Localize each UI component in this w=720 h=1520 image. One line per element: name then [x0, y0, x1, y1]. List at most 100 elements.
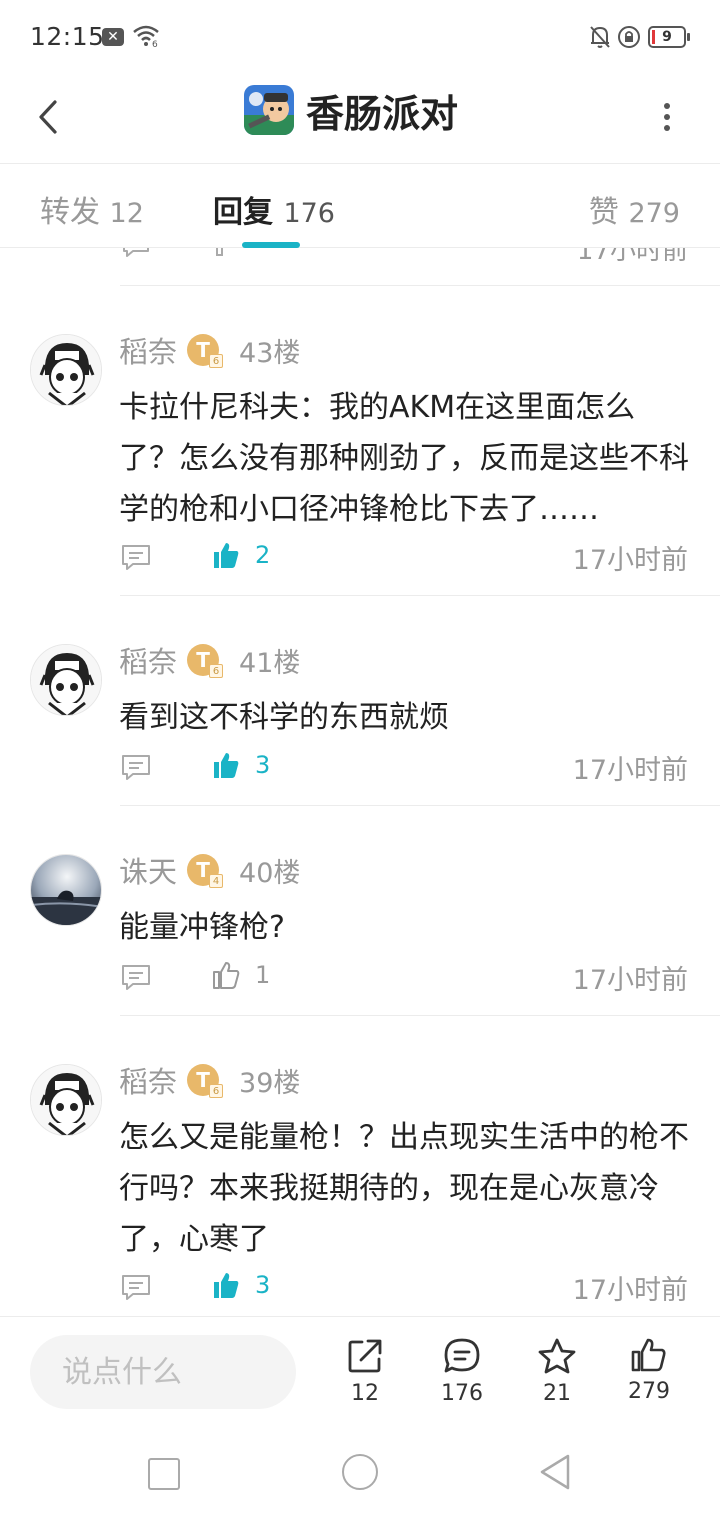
comment-time: 17小时前 — [572, 1275, 688, 1306]
comment-time: 17小时前 — [576, 248, 688, 266]
thumbs-up-icon[interactable] — [213, 248, 243, 258]
like-count: 1 — [255, 961, 271, 989]
reply-icon[interactable] — [121, 964, 151, 992]
like-count: 3 — [255, 1271, 271, 1299]
comment-time: 17小时前 — [572, 545, 688, 576]
username[interactable]: 稻奈 — [119, 329, 177, 371]
floor-number: 40楼 — [239, 857, 301, 889]
floor-number: 43楼 — [239, 337, 301, 369]
top-header: 香肠派对 — [0, 74, 720, 164]
comment-actions: 3 17小时前 — [0, 748, 720, 788]
avatar[interactable] — [30, 644, 102, 716]
like-button[interactable]: 3 — [211, 1270, 270, 1300]
tab-reply-count: 176 — [283, 198, 335, 229]
recent-apps-button[interactable] — [148, 1458, 180, 1490]
floor-number: 39楼 — [239, 1067, 301, 1099]
user-level: 6 — [209, 664, 224, 678]
comment-meta: 稻奈 T6 43楼 — [119, 330, 300, 370]
system-nav-bar — [0, 1428, 720, 1520]
comment-text: 卡拉什尼科夫：我的AKM在这里面怎么了？怎么没有那种刚劲了，反而是这些不科学的枪… — [119, 390, 689, 527]
comment-item[interactable]: 稻奈 T6 43楼 卡拉什尼科夫：我的AKM在这里面怎么了？怎么没有那种刚劲了，… — [0, 286, 720, 595]
comment-item[interactable]: 稻奈 T6 39楼 怎么又是能量枪！？出点现实生活中的枪不行吗？本来我挺期待的，… — [0, 1016, 720, 1316]
share-button[interactable]: 12 — [330, 1337, 400, 1417]
reply-icon[interactable] — [121, 1274, 151, 1302]
comment-actions: 2 17小时前 — [0, 538, 720, 578]
user-level: 6 — [209, 1084, 224, 1098]
user-level-badge: T6 — [187, 1064, 224, 1098]
reply-count: 176 — [441, 1381, 483, 1406]
thumbs-up-icon — [213, 962, 240, 989]
more-options-button[interactable] — [650, 92, 684, 142]
user-level-badge: T4 — [187, 854, 224, 888]
favorite-button[interactable]: 21 — [522, 1337, 592, 1417]
tab-repost-label: 转发 — [40, 195, 100, 230]
tab-repost[interactable]: 转发 12 — [40, 187, 144, 231]
comment-item[interactable]: 诛天 T4 40楼 能量冲锋枪? 1 17小时前 — [0, 806, 720, 1015]
username[interactable]: 稻奈 — [119, 639, 177, 681]
comment-time: 17小时前 — [572, 755, 688, 786]
comment-input-box[interactable] — [30, 1335, 296, 1409]
chevron-left-icon — [39, 100, 57, 134]
comment-meta: 稻奈 T6 41楼 — [119, 640, 300, 680]
star-icon — [538, 1338, 576, 1374]
avatar[interactable] — [30, 1064, 102, 1136]
username[interactable]: 诛天 — [119, 849, 177, 891]
tab-like-label: 赞 — [588, 195, 619, 230]
comment-actions: 3 17小时前 — [0, 1268, 720, 1308]
user-level: 4 — [209, 874, 224, 888]
comment-item[interactable]: 稻奈 T6 41楼 看到这不科学的东西就烦 3 17小时前 — [0, 596, 720, 805]
thumbs-up-filled-icon — [214, 543, 239, 568]
comment-input[interactable] — [30, 1335, 296, 1409]
home-button[interactable] — [342, 1454, 378, 1490]
user-level: 6 — [209, 354, 224, 368]
thumbs-up-icon — [631, 1338, 666, 1372]
tab-bar: 转发 12 回复 176 赞 279 — [0, 165, 720, 248]
tab-repost-count: 12 — [109, 198, 144, 229]
tab-reply[interactable]: 回复 176 — [213, 187, 335, 231]
reply-button[interactable]: 176 — [427, 1337, 497, 1417]
thumbs-up-filled-icon — [214, 753, 239, 778]
svg-text:6: 6 — [152, 40, 158, 48]
comment-actions: 1 17小时前 — [0, 958, 720, 998]
share-count: 12 — [351, 1381, 379, 1406]
tab-like[interactable]: 赞 279 — [589, 187, 680, 231]
like-count: 3 — [255, 751, 271, 779]
game-app-icon — [244, 85, 294, 135]
reply-icon[interactable] — [121, 248, 151, 260]
like-button[interactable]: 2 — [211, 540, 270, 570]
comment-bubble-icon — [444, 1338, 480, 1373]
notification-x-icon: ✕ — [102, 28, 124, 46]
favorite-count: 21 — [543, 1381, 571, 1406]
comment-text: 看到这不科学的东西就烦 — [119, 700, 449, 735]
reply-icon[interactable] — [121, 754, 151, 782]
reply-icon[interactable] — [121, 544, 151, 572]
username[interactable]: 稻奈 — [119, 1059, 177, 1101]
tab-reply-label: 回复 — [213, 195, 273, 230]
like-post-count: 279 — [628, 1379, 670, 1404]
comment-text: 能量冲锋枪? — [119, 910, 285, 945]
like-post-button[interactable]: 279 — [614, 1337, 684, 1417]
comment-meta: 诛天 T4 40楼 — [119, 850, 300, 890]
status-bar: 12:15 ✕ 6 9 — [0, 0, 720, 74]
nav-back-icon[interactable] — [538, 1452, 572, 1492]
battery-level: 9 — [662, 29, 672, 45]
wifi-icon: 6 — [133, 25, 159, 48]
back-button[interactable] — [28, 90, 68, 144]
share-icon — [348, 1339, 382, 1373]
battery-icon: 9 — [648, 26, 690, 48]
comment-meta: 稻奈 T6 39楼 — [119, 1060, 300, 1100]
user-level-badge: T6 — [187, 334, 224, 368]
avatar[interactable] — [30, 334, 102, 406]
header-title-group[interactable]: 香肠派对 — [244, 84, 458, 136]
floor-number: 41楼 — [239, 647, 301, 679]
rotation-lock-icon — [618, 26, 640, 48]
like-button[interactable]: 3 — [211, 750, 270, 780]
tab-like-count: 279 — [628, 198, 680, 229]
comment-text: 怎么又是能量枪！？出点现实生活中的枪不行吗？本来我挺期待的，现在是心灰意冷了，心… — [119, 1120, 689, 1257]
more-vertical-icon — [664, 103, 670, 131]
avatar[interactable] — [30, 854, 102, 926]
status-time: 12:15 — [30, 22, 105, 51]
like-button[interactable]: 1 — [211, 960, 270, 990]
comment-list[interactable]: 17小时前 稻奈 T6 43楼 卡拉什尼科夫：我的AKM在这里面怎么了？怎么没有… — [0, 248, 720, 1316]
bottom-toolbar: 12 176 21 279 — [0, 1316, 720, 1428]
